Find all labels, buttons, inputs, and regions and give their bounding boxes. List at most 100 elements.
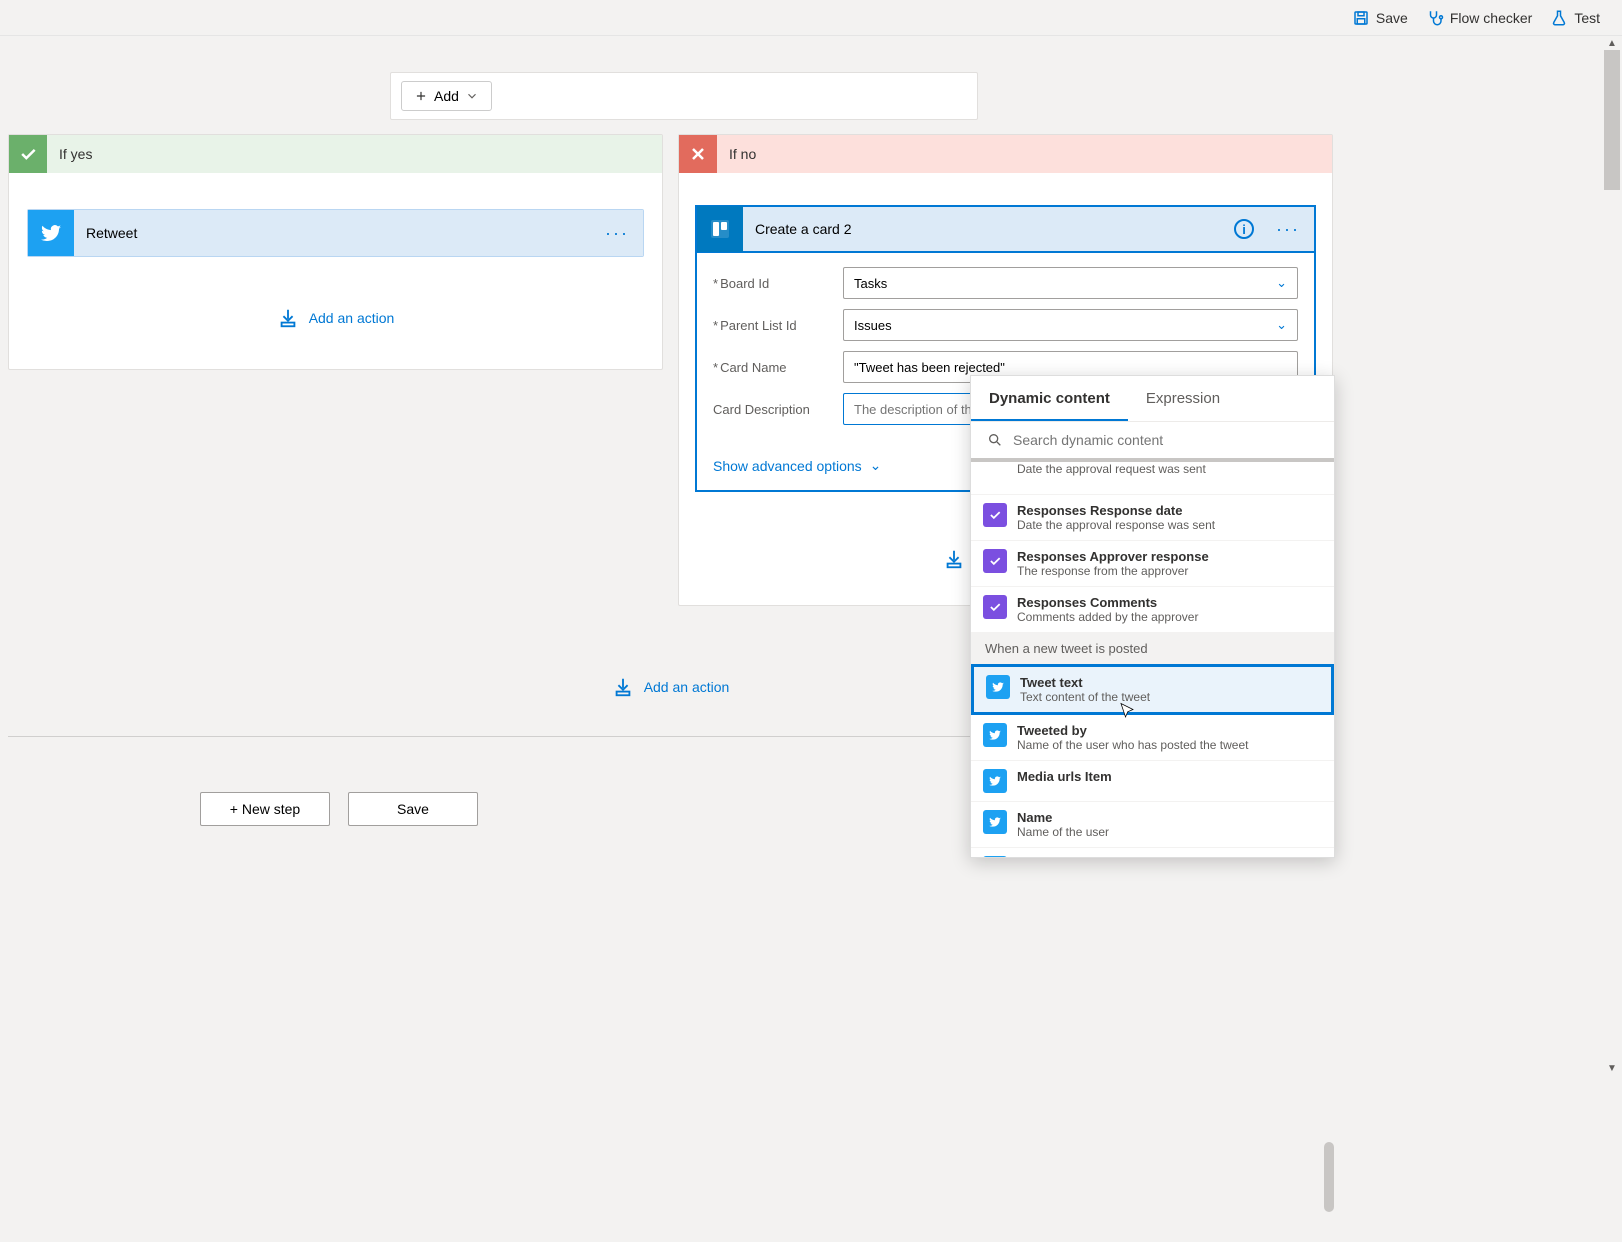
twitter-icon xyxy=(983,723,1007,747)
add-label: Add xyxy=(434,88,459,104)
stethoscope-icon xyxy=(1426,9,1444,27)
test-button[interactable]: Test xyxy=(1550,9,1600,27)
item-sub: The response from the approver xyxy=(1017,564,1209,578)
create-card-header[interactable]: Create a card 2 i ··· xyxy=(695,205,1316,251)
twitter-icon xyxy=(983,810,1007,834)
dynamic-search-input[interactable] xyxy=(1013,432,1318,448)
dynamic-search[interactable] xyxy=(971,422,1334,462)
list-item[interactable]: NameName of the user xyxy=(971,802,1334,848)
add-action-label: Add an action xyxy=(644,679,730,695)
twitter-icon xyxy=(983,856,1007,857)
save-label: Save xyxy=(1376,10,1408,26)
top-toolbar: Save Flow checker Test xyxy=(0,0,1622,36)
board-id-select[interactable]: Tasks ⌄ xyxy=(843,267,1298,299)
insert-step-icon[interactable] xyxy=(943,548,965,575)
item-title: Tweet text xyxy=(1020,675,1150,690)
item-title: Responses Approver response xyxy=(1017,549,1209,564)
item-sub: Name of the user who has posted the twee… xyxy=(1017,738,1248,752)
page-scrollbar[interactable]: ▲ ▼ xyxy=(1604,36,1620,1076)
scroll-thumb[interactable] xyxy=(1604,50,1620,190)
approval-icon xyxy=(983,503,1007,527)
save-button[interactable]: Save xyxy=(1352,9,1408,27)
popup-tabs: Dynamic content Expression xyxy=(971,376,1334,422)
card-desc-label: Card Description xyxy=(713,402,843,417)
check-icon xyxy=(9,135,47,173)
twitter-icon xyxy=(983,769,1007,793)
item-sub: Date the approval response was sent xyxy=(1017,518,1215,532)
branch-yes-label: If yes xyxy=(59,146,92,162)
list-item[interactable]: Responses Approver responseThe response … xyxy=(971,541,1334,587)
twitter-icon xyxy=(28,210,74,256)
branch-yes-header: If yes xyxy=(9,135,662,173)
branch-no-label: If no xyxy=(729,146,756,162)
twitter-icon xyxy=(986,675,1010,699)
item-title: Tweeted by xyxy=(1017,723,1248,738)
add-condition-button[interactable]: Add xyxy=(401,81,492,111)
parent-list-label: Parent List Id xyxy=(713,318,843,333)
close-icon xyxy=(679,135,717,173)
card-name-value: "Tweet has been rejected" xyxy=(854,360,1005,375)
insert-step-icon xyxy=(277,307,299,329)
item-sub: Name of the user xyxy=(1017,825,1109,839)
flow-checker-button[interactable]: Flow checker xyxy=(1426,9,1532,27)
list-item[interactable]: Location xyxy=(971,848,1334,857)
item-title: Location xyxy=(1017,856,1071,857)
trello-icon xyxy=(697,206,743,252)
new-step-button[interactable]: + New step xyxy=(200,792,330,826)
chevron-down-icon xyxy=(465,89,479,103)
tab-expression[interactable]: Expression xyxy=(1128,376,1238,421)
tab-dynamic-content[interactable]: Dynamic content xyxy=(971,376,1128,421)
item-title: Media urls Item xyxy=(1017,769,1112,784)
add-action-yes[interactable]: Add an action xyxy=(9,307,662,329)
test-label: Test xyxy=(1574,10,1600,26)
approval-icon xyxy=(983,549,1007,573)
advanced-label: Show advanced options xyxy=(713,458,862,474)
item-sub: Text content of the tweet xyxy=(1020,690,1150,704)
show-advanced-link[interactable]: Show advanced options ⌄ xyxy=(713,457,881,474)
save-flow-button[interactable]: Save xyxy=(348,792,478,826)
retweet-action-card[interactable]: Retweet ··· xyxy=(27,209,644,257)
board-id-value: Tasks xyxy=(854,276,887,291)
search-icon xyxy=(987,432,1003,448)
list-item[interactable]: Tweeted byName of the user who has poste… xyxy=(971,715,1334,761)
item-title: Name xyxy=(1017,810,1109,825)
branch-yes: If yes Retweet ··· Add an action xyxy=(8,134,663,370)
parent-list-select[interactable]: Issues ⌄ xyxy=(843,309,1298,341)
list-item[interactable]: Date the approval request was sent xyxy=(971,462,1334,495)
scroll-up-icon[interactable]: ▲ xyxy=(1607,38,1617,49)
branch-no-header: If no xyxy=(679,135,1332,173)
create-card-title: Create a card 2 xyxy=(755,221,1222,237)
save-icon xyxy=(1352,9,1370,27)
list-item-tweet-text[interactable]: Tweet textText content of the tweet xyxy=(971,664,1334,715)
action-title: Retweet xyxy=(86,225,593,241)
more-icon[interactable]: ··· xyxy=(605,223,629,244)
item-sub: Comments added by the approver xyxy=(1017,610,1198,624)
item-title: Responses Response date xyxy=(1017,503,1215,518)
chevron-down-icon: ⌄ xyxy=(1276,275,1287,291)
card-name-label: Card Name xyxy=(713,360,843,375)
item-sub: Date the approval request was sent xyxy=(1017,462,1206,476)
list-item[interactable]: Media urls Item xyxy=(971,761,1334,802)
condition-card: Add xyxy=(390,72,978,120)
board-id-label: Board Id xyxy=(713,276,843,291)
item-title: Responses Comments xyxy=(1017,595,1198,610)
group-header-tweet: When a new tweet is posted xyxy=(971,633,1334,664)
scroll-thumb[interactable] xyxy=(1324,1142,1334,1212)
chevron-down-icon: ⌄ xyxy=(1276,317,1287,333)
flask-icon xyxy=(1550,9,1568,27)
list-item[interactable]: Responses CommentsComments added by the … xyxy=(971,587,1334,633)
add-action-merged[interactable]: Add an action xyxy=(612,676,730,698)
scroll-down-icon[interactable]: ▼ xyxy=(1607,1063,1617,1074)
dynamic-content-popup: Dynamic content Expression Date the appr… xyxy=(970,375,1335,858)
popup-scrollbar[interactable] xyxy=(1324,842,1334,1242)
add-action-label: Add an action xyxy=(309,310,395,326)
approval-icon xyxy=(983,595,1007,619)
more-icon[interactable]: ··· xyxy=(1276,219,1300,240)
info-icon[interactable]: i xyxy=(1234,219,1254,239)
flow-checker-label: Flow checker xyxy=(1450,10,1532,26)
dynamic-list: Date the approval request was sent Respo… xyxy=(971,462,1334,857)
plus-icon xyxy=(414,89,428,103)
chevron-down-icon: ⌄ xyxy=(870,457,882,474)
insert-step-icon xyxy=(612,676,634,698)
list-item[interactable]: Responses Response dateDate the approval… xyxy=(971,495,1334,541)
